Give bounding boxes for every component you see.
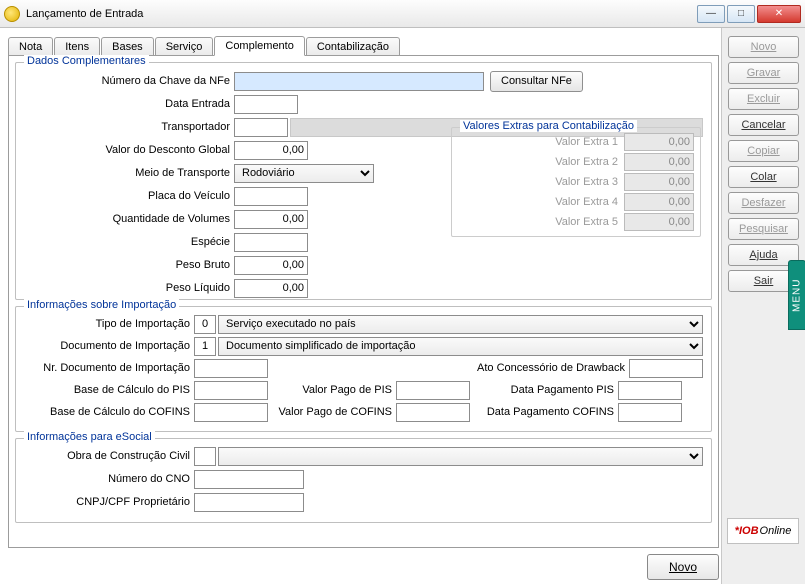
tipo-importacao-code[interactable]	[194, 315, 216, 334]
label-qtd-volumes: Quantidade de Volumes	[24, 213, 234, 225]
transportador-code-input[interactable]	[234, 118, 288, 137]
tab-panel: Dados Complementares Número da Chave da …	[8, 55, 719, 548]
group-dados-complementares: Dados Complementares Número da Chave da …	[15, 62, 712, 300]
doc-importacao-code[interactable]	[194, 337, 216, 356]
iob-online-logo[interactable]: *IOBOnline	[727, 518, 799, 544]
close-button[interactable]: ✕	[757, 5, 801, 23]
footer-novo-button[interactable]: Novo	[647, 554, 719, 580]
tab-servico[interactable]: Serviço	[155, 37, 214, 56]
especie-input[interactable]	[234, 233, 308, 252]
ve5-input[interactable]	[624, 213, 694, 231]
tipo-importacao-select[interactable]: Serviço executado no país	[218, 315, 703, 334]
label-especie: Espécie	[24, 236, 234, 248]
label-valor-pis: Valor Pago de PIS	[276, 384, 396, 396]
side-copiar-button[interactable]: Copiar	[728, 140, 799, 162]
tab-complemento[interactable]: Complemento	[214, 36, 304, 56]
obra-code-input[interactable]	[194, 447, 216, 466]
label-base-cofins: Base de Cálculo do COFINS	[24, 406, 194, 418]
side-gravar-button[interactable]: Gravar	[728, 62, 799, 84]
window-title: Lançamento de Entrada	[26, 8, 697, 20]
label-cno: Número do CNO	[24, 473, 194, 485]
side-desfazer-button[interactable]: Desfazer	[728, 192, 799, 214]
group-title-importacao: Informações sobre Importação	[24, 299, 179, 311]
tab-itens[interactable]: Itens	[54, 37, 100, 56]
ve2-label: Valor Extra 2	[458, 156, 624, 168]
label-meio-transporte: Meio de Transporte	[24, 167, 234, 179]
label-doc-importacao: Documento de Importação	[24, 340, 194, 352]
obra-select[interactable]	[218, 447, 703, 466]
label-ato-drawback: Ato Concessório de Drawback	[449, 362, 629, 374]
data-entrada-input[interactable]	[234, 95, 298, 114]
label-peso-bruto: Peso Bruto	[24, 259, 234, 271]
ve4-label: Valor Extra 4	[458, 196, 624, 208]
cnpj-cpf-input[interactable]	[194, 493, 304, 512]
data-pis-input[interactable]	[618, 381, 682, 400]
minimize-button[interactable]: —	[697, 5, 725, 23]
menu-side-tab[interactable]: MENU	[788, 260, 805, 330]
label-cnpj-cpf: CNPJ/CPF Proprietário	[24, 496, 194, 508]
label-chave-nfe: Número da Chave da NFe	[24, 75, 234, 87]
peso-liquido-input[interactable]	[234, 279, 308, 298]
label-desconto-global: Valor do Desconto Global	[24, 144, 234, 156]
label-placa: Placa do Veículo	[24, 190, 234, 202]
ve2-input[interactable]	[624, 153, 694, 171]
side-colar-button[interactable]: Colar	[728, 166, 799, 188]
group-importacao: Informações sobre Importação Tipo de Imp…	[15, 306, 712, 432]
label-base-pis: Base de Cálculo do PIS	[24, 384, 194, 396]
maximize-button[interactable]: □	[727, 5, 755, 23]
group-valores-extras: Valores Extras para Contabilização Valor…	[451, 127, 701, 237]
ve4-input[interactable]	[624, 193, 694, 211]
label-data-pis: Data Pagamento PIS	[478, 384, 618, 396]
ve3-input[interactable]	[624, 173, 694, 191]
ve5-label: Valor Extra 5	[458, 216, 624, 228]
side-cancelar-button[interactable]: Cancelar	[728, 114, 799, 136]
chave-nfe-input[interactable]	[234, 72, 484, 91]
side-novo-button[interactable]: Novo	[728, 36, 799, 58]
valores-extras-title: Valores Extras para Contabilização	[460, 120, 637, 132]
side-pesquisar-button[interactable]: Pesquisar	[728, 218, 799, 240]
qtd-volumes-input[interactable]	[234, 210, 308, 229]
label-data-cofins: Data Pagamento COFINS	[478, 406, 618, 418]
nr-doc-importacao-input[interactable]	[194, 359, 268, 378]
meio-transporte-select[interactable]: Rodoviário	[234, 164, 374, 183]
side-excluir-button[interactable]: Excluir	[728, 88, 799, 110]
ato-drawback-input[interactable]	[629, 359, 703, 378]
group-title: Dados Complementares	[24, 55, 149, 67]
tab-nota[interactable]: Nota	[8, 37, 53, 56]
ve1-label: Valor Extra 1	[458, 136, 624, 148]
data-cofins-input[interactable]	[618, 403, 682, 422]
label-nr-doc-importacao: Nr. Documento de Importação	[24, 362, 194, 374]
label-data-entrada: Data Entrada	[24, 98, 234, 110]
desconto-global-input[interactable]	[234, 141, 308, 160]
valor-cofins-input[interactable]	[396, 403, 470, 422]
app-icon	[4, 6, 20, 22]
placa-input[interactable]	[234, 187, 308, 206]
base-pis-input[interactable]	[194, 381, 268, 400]
base-cofins-input[interactable]	[194, 403, 268, 422]
label-peso-liquido: Peso Líquido	[24, 282, 234, 294]
cno-input[interactable]	[194, 470, 304, 489]
label-tipo-importacao: Tipo de Importação	[24, 318, 194, 330]
group-esocial: Informações para eSocial Obra de Constru…	[15, 438, 712, 523]
consultar-nfe-button[interactable]: Consultar NFe	[490, 71, 583, 92]
doc-importacao-select[interactable]: Documento simplificado de importação	[218, 337, 703, 356]
tab-strip: Nota Itens Bases Serviço Complemento Con…	[8, 34, 719, 56]
footer-bar: Novo	[8, 552, 719, 582]
label-valor-cofins: Valor Pago de COFINS	[276, 406, 396, 418]
title-bar: Lançamento de Entrada — □ ✕	[0, 0, 805, 28]
group-title-esocial: Informações para eSocial	[24, 431, 155, 443]
ve1-input[interactable]	[624, 133, 694, 151]
label-transportador: Transportador	[24, 121, 234, 133]
peso-bruto-input[interactable]	[234, 256, 308, 275]
ve3-label: Valor Extra 3	[458, 176, 624, 188]
valor-pis-input[interactable]	[396, 381, 470, 400]
label-obra: Obra de Construção Civil	[24, 450, 194, 462]
tab-contabilizacao[interactable]: Contabilização	[306, 37, 400, 56]
tab-bases[interactable]: Bases	[101, 37, 154, 56]
